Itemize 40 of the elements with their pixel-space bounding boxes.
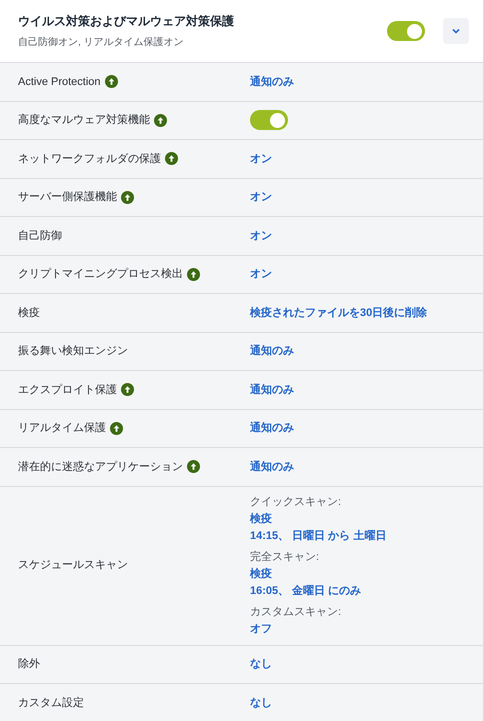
scan-setting-link[interactable]: 検疫 — [250, 510, 272, 528]
section-subtitle: 自己防御オン, リアルタイム保護オン — [18, 36, 185, 50]
scan-type-label: クイックスキャン: — [250, 494, 342, 510]
setting-value-link[interactable]: 通知のみ — [250, 458, 294, 475]
setting-value-link[interactable]: 通知のみ — [250, 343, 294, 360]
setting-label: リアルタイム保護 — [18, 421, 106, 436]
setting-label: Active Protection — [18, 74, 101, 90]
setting-value-link[interactable]: 検疫されたファイルを30日後に削除 — [250, 304, 428, 321]
setting-label: 自己防御 — [18, 228, 62, 244]
setting-label: 振る舞い検知エンジン — [18, 344, 128, 359]
setting-value-link[interactable]: 通知のみ — [250, 74, 294, 90]
setting-label: ネットワークフォルダの保護 — [18, 152, 161, 166]
scan-setting-link[interactable]: オフ — [250, 620, 272, 638]
setting-value-link[interactable]: なし — [250, 694, 272, 711]
setting-value-link[interactable]: オン — [250, 266, 272, 282]
setting-value-link[interactable]: なし — [250, 656, 272, 672]
setting-value-link[interactable]: オン — [250, 150, 272, 167]
setting-value-link[interactable]: オン — [250, 228, 272, 244]
scan-type-label: カスタムスキャン: — [250, 604, 342, 620]
toggle-switch[interactable] — [250, 110, 288, 130]
setting-value-link[interactable]: 通知のみ — [250, 382, 294, 398]
setting-label: エクスプロイト保護 — [18, 382, 117, 398]
setting-label: サーバー側保護機能 — [18, 190, 117, 205]
setting-label: 検疫 — [18, 306, 40, 320]
setting-value-link[interactable]: 通知のみ — [250, 420, 294, 436]
expand-button[interactable] — [443, 18, 469, 44]
setting-label: スケジュールスキャン — [18, 558, 128, 574]
setting-value-link[interactable]: オン — [250, 189, 272, 206]
setting-label: 高度なマルウェア対策機能 — [18, 112, 150, 128]
scan-setting-link[interactable]: 検疫 — [250, 566, 272, 582]
scan-setting-link[interactable]: 14:15、 日曜日 から 土曜日 — [250, 528, 386, 544]
setting-label: 除外 — [18, 657, 40, 672]
toggle-switch[interactable] — [387, 21, 425, 41]
setting-label: 潜在的に迷惑なアプリケーション — [18, 460, 183, 474]
scan-type-label: 完全スキャン: — [250, 550, 320, 564]
setting-label: カスタム設定 — [18, 696, 84, 710]
scan-setting-link[interactable]: 16:05、 金曜日 にのみ — [250, 582, 362, 600]
setting-label: クリプトマイニングプロセス検出 — [18, 266, 183, 282]
chevron-icon — [452, 28, 460, 34]
section-title: ウイルス対策およびマルウェア対策保護 — [18, 13, 235, 30]
